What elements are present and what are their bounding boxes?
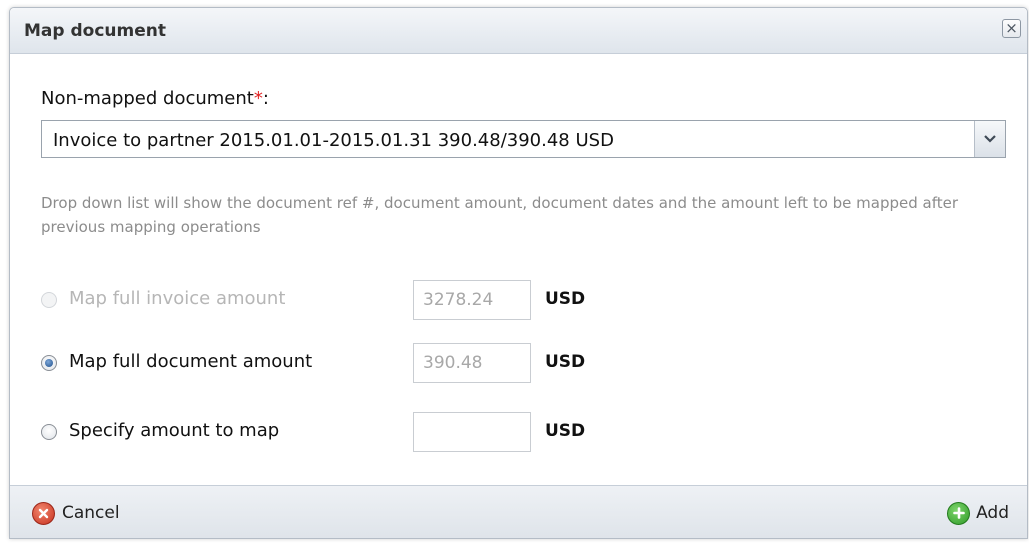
cancel-button[interactable]: Cancel [32, 501, 120, 525]
close-button[interactable]: × [1002, 19, 1021, 38]
chevron-down-icon [984, 135, 996, 143]
dialog-footer: Cancel Add [10, 485, 1027, 538]
dropdown-toggle[interactable] [974, 121, 1005, 157]
close-icon: × [1005, 19, 1018, 37]
option-specify-amount: Specify amount to map USD [41, 412, 641, 452]
non-mapped-document-select[interactable]: Invoice to partner 2015.01.01-2015.01.31… [41, 120, 1006, 158]
label-colon: : [262, 88, 269, 109]
non-mapped-document-label-text: Non-mapped document [41, 88, 254, 109]
map-full-document-radio[interactable] [41, 355, 57, 371]
dialog-title: Map document [24, 21, 166, 41]
required-asterisk: * [253, 88, 263, 109]
map-full-invoice-radio [41, 292, 57, 308]
add-button[interactable]: Add [947, 501, 1009, 525]
cancel-button-label: Cancel [62, 503, 120, 523]
full-document-amount-field: 390.48 [413, 343, 531, 383]
full-invoice-currency: USD [545, 289, 586, 309]
plus-icon [947, 501, 971, 525]
dialog-titlebar[interactable]: Map document × [10, 8, 1027, 54]
non-mapped-document-label: Non-mapped document*: [41, 88, 269, 109]
full-invoice-amount-field: 3278.24 [413, 280, 531, 320]
specify-amount-label[interactable]: Specify amount to map [69, 420, 279, 441]
full-document-currency: USD [545, 352, 586, 372]
dropdown-help-text: Drop down list will show the document re… [41, 194, 959, 236]
specify-amount-currency: USD [545, 421, 586, 441]
option-map-full-document: Map full document amount 390.48 USD [41, 343, 641, 383]
map-document-dialog: Map document × Non-mapped document*: Inv… [9, 7, 1028, 539]
specify-amount-radio[interactable] [41, 424, 57, 440]
selected-document-value: Invoice to partner 2015.01.01-2015.01.31… [53, 130, 614, 151]
specify-amount-input[interactable] [413, 412, 531, 452]
add-button-label: Add [976, 503, 1009, 523]
map-full-document-label[interactable]: Map full document amount [69, 351, 312, 372]
cancel-icon [32, 501, 55, 525]
option-map-full-invoice: Map full invoice amount 3278.24 USD [41, 280, 641, 320]
map-full-invoice-label: Map full invoice amount [69, 288, 286, 309]
